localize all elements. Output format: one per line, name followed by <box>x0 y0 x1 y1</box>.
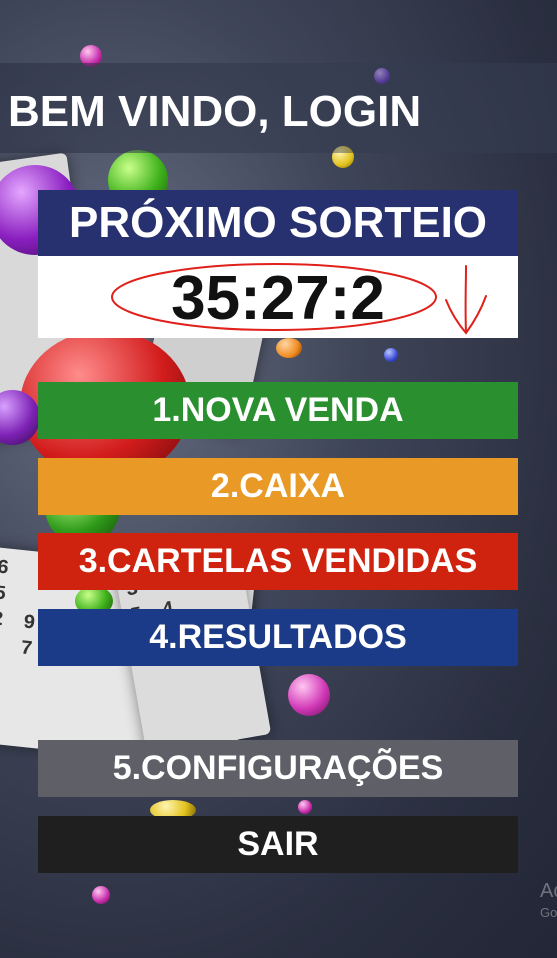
ball-orange-small <box>276 338 302 358</box>
sold-cards-button[interactable]: 3.CARTELAS VENDIDAS <box>38 533 518 590</box>
results-label: 4.RESULTADOS <box>149 618 407 656</box>
ball-pink-right <box>288 674 330 716</box>
watermark-line-2: Go <box>540 905 557 920</box>
activation-watermark: Ac Go <box>540 880 557 924</box>
exit-button[interactable]: SAIR <box>38 816 518 873</box>
welcome-title: BEM VINDO, LOGIN <box>8 87 422 136</box>
watermark-line-1: Ac <box>540 880 557 902</box>
results-button[interactable]: 4.RESULTADOS <box>38 609 518 666</box>
sold-cards-label: 3.CARTELAS VENDIDAS <box>78 542 478 580</box>
ball-pink-tiny <box>92 886 110 904</box>
countdown-panel: 35:27:2 <box>38 256 518 338</box>
settings-label: 5.CONFIGURAÇÕES <box>112 749 444 787</box>
ball-pink-tiny-2 <box>298 800 312 814</box>
exit-label: SAIR <box>237 825 319 863</box>
countdown-timer: 35:27:2 <box>171 264 385 333</box>
cash-button[interactable]: 2.CAIXA <box>38 458 518 515</box>
cash-label: 2.CAIXA <box>210 467 346 505</box>
next-draw-title: PRÓXIMO SORTEIO <box>38 190 518 256</box>
settings-button[interactable]: 5.CONFIGURAÇÕES <box>38 740 518 797</box>
new-sale-label: 1.NOVA VENDA <box>152 391 404 429</box>
new-sale-button[interactable]: 1.NOVA VENDA <box>38 382 518 439</box>
ball-blue-small <box>384 348 398 362</box>
